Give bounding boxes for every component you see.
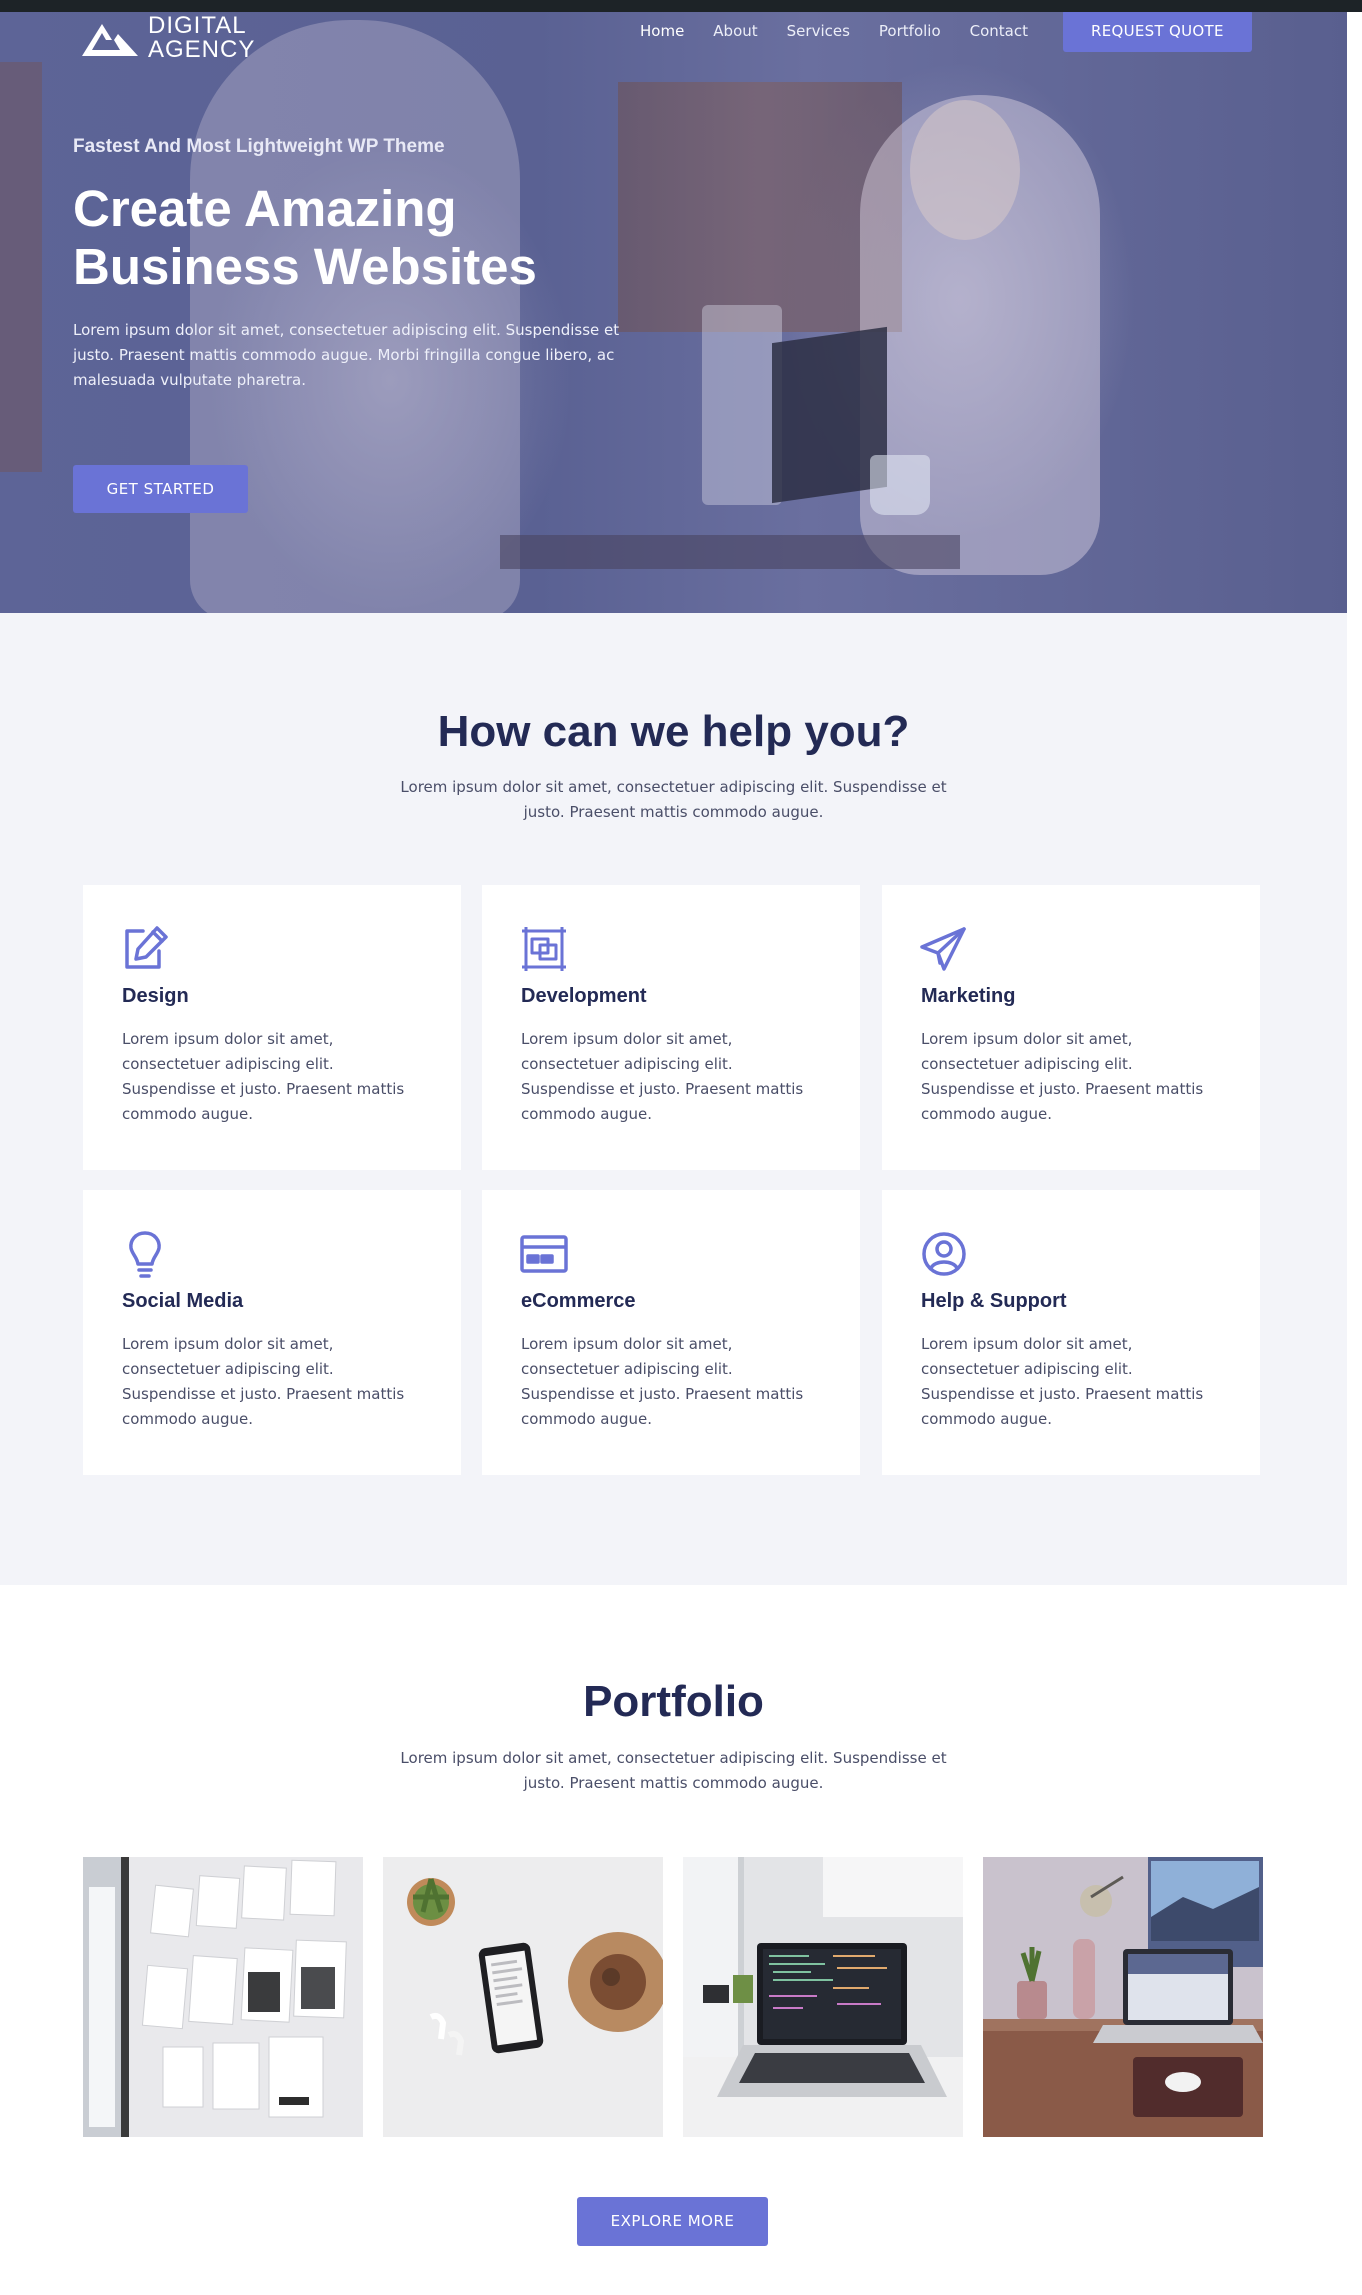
service-card-social-media[interactable]: Social Media Lorem ipsum dolor sit amet,… xyxy=(83,1190,461,1475)
hero-laptop xyxy=(702,305,782,505)
nav-contact[interactable]: Contact xyxy=(970,22,1028,40)
request-quote-button[interactable]: REQUEST QUOTE xyxy=(1063,10,1252,52)
explore-more-button[interactable]: EXPLORE MORE xyxy=(577,2197,768,2246)
service-card-marketing[interactable]: Marketing Lorem ipsum dolor sit amet, co… xyxy=(882,885,1260,1170)
service-card-text: Lorem ipsum dolor sit amet, consectetuer… xyxy=(521,1030,804,1123)
portfolio-subtitle: Lorem ipsum dolor sit amet, consectetuer… xyxy=(400,1749,947,1792)
portfolio-image-laptop-code[interactable] xyxy=(683,1857,963,2137)
hero-section: DIGITAL AGENCY Home About Services Portf… xyxy=(0,0,1347,613)
service-card-text: Lorem ipsum dolor sit amet, consectetuer… xyxy=(921,1335,1204,1428)
layers-icon xyxy=(518,923,570,975)
nav-about[interactable]: About xyxy=(713,22,757,40)
hero-cup xyxy=(870,455,930,515)
user-circle-icon xyxy=(918,1228,970,1280)
service-card-title: Marketing xyxy=(921,985,1016,1007)
service-card-text: Lorem ipsum dolor sit amet, consectetuer… xyxy=(122,1335,405,1428)
logo-line-1: DIGITAL xyxy=(148,12,247,39)
service-card-design[interactable]: Design Lorem ipsum dolor sit amet, conse… xyxy=(83,885,461,1170)
get-started-button[interactable]: GET STARTED xyxy=(73,465,248,513)
portfolio-title: Portfolio xyxy=(583,1677,764,1726)
site-logo[interactable]: DIGITAL AGENCY xyxy=(80,14,255,62)
hero-table xyxy=(500,535,960,569)
service-card-title: Social Media xyxy=(122,1290,244,1312)
service-card-text: Lorem ipsum dolor sit amet, consectetuer… xyxy=(122,1030,405,1123)
paper-plane-icon xyxy=(918,923,970,975)
background-panel xyxy=(0,62,42,472)
service-card-title: eCommerce xyxy=(521,1290,636,1312)
edit-icon xyxy=(119,923,171,975)
services-title: How can we help you? xyxy=(437,707,910,756)
nav-home[interactable]: Home xyxy=(640,22,684,40)
logo-mountain-icon xyxy=(82,24,138,56)
portfolio-image-phone[interactable] xyxy=(383,1857,663,2137)
portfolio-image-wireframes[interactable] xyxy=(83,1857,363,2137)
hero-text: Lorem ipsum dolor sit amet, consectetuer… xyxy=(73,321,620,389)
credit-card-icon xyxy=(518,1228,570,1280)
service-card-text: Lorem ipsum dolor sit amet, consectetuer… xyxy=(521,1335,804,1428)
service-card-development[interactable]: Development Lorem ipsum dolor sit amet, … xyxy=(482,885,860,1170)
page-gutter xyxy=(1347,0,1362,2295)
hero-title: Create Amazing Business Websites xyxy=(73,180,537,295)
lightbulb-icon xyxy=(119,1228,171,1280)
logo-line-2: AGENCY xyxy=(148,36,256,63)
service-card-help-support[interactable]: Help & Support Lorem ipsum dolor sit ame… xyxy=(882,1190,1260,1475)
portfolio-section: Portfolio Lorem ipsum dolor sit amet, co… xyxy=(0,1585,1362,2295)
hero-tagline: Fastest And Most Lightweight WP Theme xyxy=(73,136,445,157)
services-subtitle: Lorem ipsum dolor sit amet, consectetuer… xyxy=(400,778,947,821)
service-card-text: Lorem ipsum dolor sit amet, consectetuer… xyxy=(921,1030,1204,1123)
wp-admin-bar xyxy=(0,0,1362,12)
main-nav: Home About Services Portfolio Contact RE… xyxy=(640,10,1281,52)
services-section: How can we help you? Lorem ipsum dolor s… xyxy=(0,613,1347,1585)
service-card-title: Design xyxy=(122,985,189,1007)
nav-portfolio[interactable]: Portfolio xyxy=(879,22,941,40)
portfolio-image-workspace[interactable] xyxy=(983,1857,1263,2137)
service-card-ecommerce[interactable]: eCommerce Lorem ipsum dolor sit amet, co… xyxy=(482,1190,860,1475)
nav-services[interactable]: Services xyxy=(787,22,850,40)
hero-content: Fastest And Most Lightweight WP Theme Cr… xyxy=(73,136,633,513)
service-card-title: Development xyxy=(521,985,647,1007)
service-card-title: Help & Support xyxy=(921,1290,1067,1312)
